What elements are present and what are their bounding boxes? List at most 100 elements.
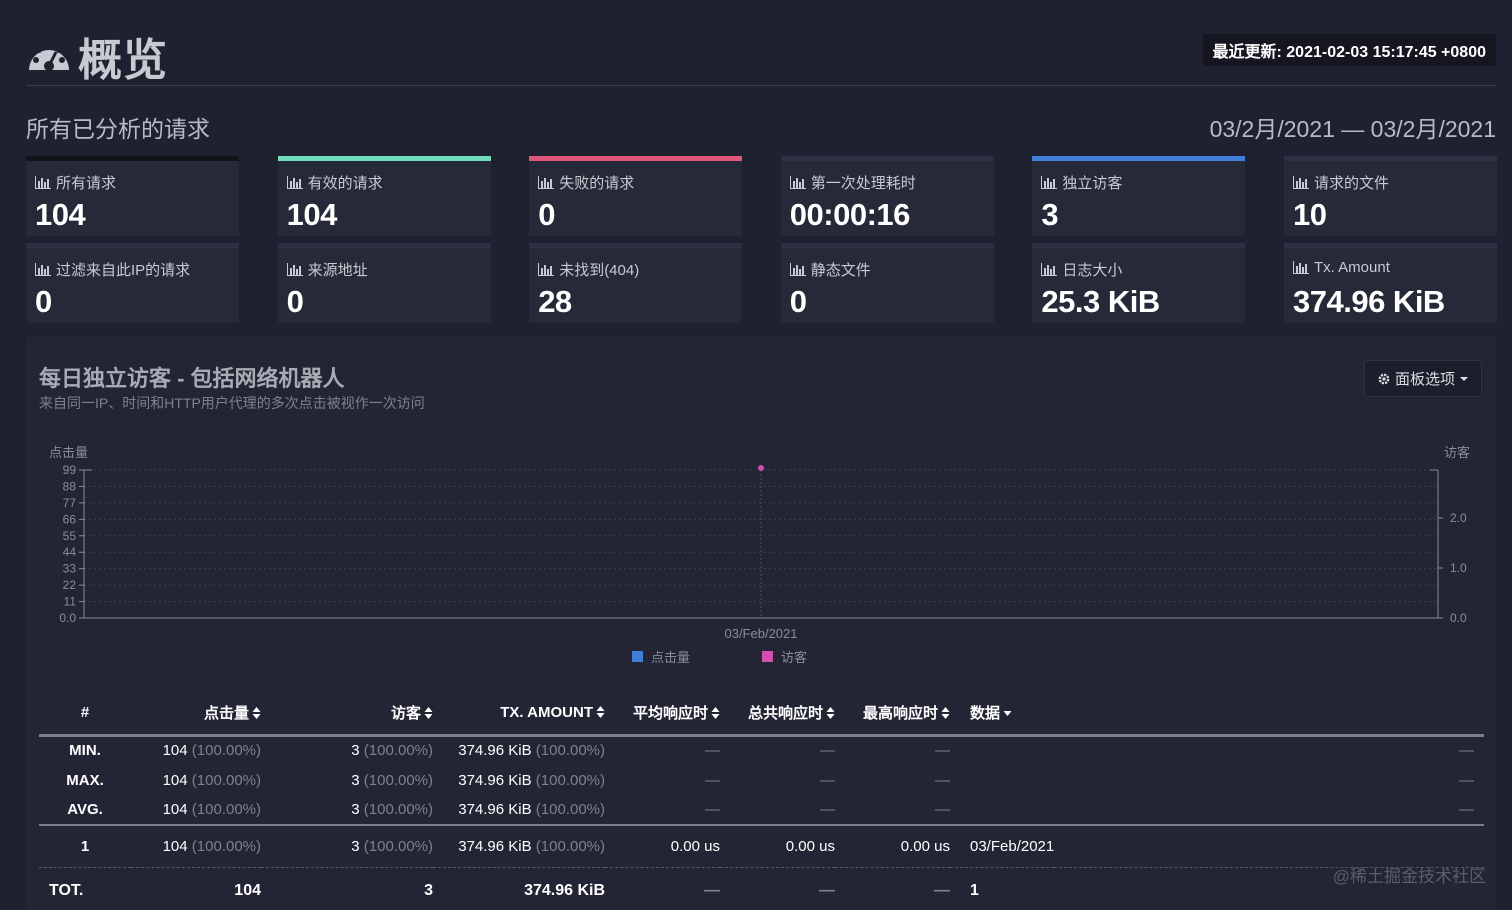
dashboard-gauge-icon [29, 42, 69, 71]
column-header[interactable]: 平均响应时 [605, 692, 720, 737]
visitors-table: # 点击量 访客 TX. AMOUNT 平均响应时 总共响应时 最高响应时 数据 MIN. 10… [39, 692, 1484, 910]
tx-amount-cell: 374.96 KiB [433, 866, 605, 910]
metric-card: 来源地址 0 [277, 243, 491, 323]
metric-label-text: 日志大小 [1062, 262, 1123, 279]
unique-visitors-panel: 每日独立访客 - 包括网络机器人 来自同一IP、时间和HTTP用户代理的多次点击… [26, 337, 1496, 910]
avg-response-cell: 0.00 us [605, 824, 720, 867]
metric-value: 25.3 KiB [1041, 284, 1160, 319]
y-axis-label: 点击量 [49, 445, 88, 460]
panel-options-label: 面板选项 [1394, 371, 1455, 388]
metric-label: 有效的请求 [286, 172, 383, 193]
metric-value: 00:00:16 [789, 197, 911, 232]
sort-icon [252, 707, 261, 720]
legend-swatch-hits [632, 651, 643, 662]
tx-amount-cell: 374.96 KiB (100.00%) [458, 771, 605, 789]
row-label: MAX. [66, 771, 104, 789]
summary-row: AVG. 104 (100.00%) 3 (100.00%) 374.96 KiB (… [39, 795, 1484, 825]
avg-response-cell: — [705, 742, 720, 760]
visitors-chart: 0.01122334455667788990.01.02.0点击量 访客03/Fe… [49, 445, 1470, 665]
watermark: @稀土掘金技术社区 [1332, 867, 1486, 886]
sort-icon [596, 706, 605, 719]
legend-label-hits: 点击量 [651, 650, 690, 665]
column-header-label: 平均响应时 [632, 705, 708, 723]
hits-cell: 104 [131, 866, 261, 910]
tx-amount-cell: 374.96 KiB (100.00%) [458, 742, 605, 760]
avg-response-cell: — [605, 866, 720, 910]
bar-chart-icon [35, 176, 51, 189]
y-tick-label: 66 [63, 512, 77, 526]
legend-label-visitors: 访客 [781, 650, 807, 665]
row-label: 1 [39, 824, 131, 867]
bar-chart-icon [35, 263, 51, 276]
overview-section-title: 所有已分析的请求 [26, 116, 210, 142]
column-header[interactable]: TX. AMOUNT [433, 692, 605, 737]
row-label: TOT. [39, 866, 131, 910]
panel-options-button[interactable]: 面板选项 [1363, 360, 1482, 397]
column-header[interactable]: 总共响应时 [720, 692, 835, 737]
bar-chart-icon [789, 263, 806, 276]
metric-card: 所有请求 104 [26, 156, 239, 236]
metric-label-text: 第一次处理耗时 [810, 175, 916, 192]
table-body: MIN. 104 (100.00%) 3 (100.00%) 374.96 KiB (… [39, 735, 1484, 910]
avg-response-cell: — [705, 771, 720, 789]
metric-label-text: 来源地址 [307, 262, 368, 279]
page-title: 概览 [26, 24, 168, 88]
metric-label-text: 独立访客 [1062, 175, 1123, 192]
sort-icon [826, 707, 835, 720]
data-cell [950, 765, 1054, 795]
metric-value: 3 [1041, 197, 1059, 232]
caret-down-icon [1460, 376, 1468, 381]
bar-chart-icon [286, 176, 303, 189]
column-header-label: 访客 [390, 705, 421, 723]
y-tick-label: 88 [63, 479, 77, 493]
bar-chart-icon [538, 176, 555, 189]
metric-value: 0 [538, 197, 555, 232]
metric-label-text: Tx. Amount [1314, 259, 1390, 276]
last-updated-badge: 最近更新: 2021-02-03 15:17:45 +0800 [1202, 34, 1496, 66]
row-label: AVG. [67, 801, 103, 818]
y2-tick-label: 2.0 [1450, 511, 1467, 525]
metric-card: Tx. Amount 374.96 KiB [1284, 243, 1497, 323]
bar-chart-icon [789, 176, 806, 189]
y-tick-label: 33 [63, 562, 77, 576]
bar-chart-icon [538, 263, 555, 276]
row-label: MIN. [69, 742, 101, 760]
max-response-cell: — [835, 866, 950, 910]
metric-value: 0 [286, 284, 304, 319]
metric-label: 独立访客 [1041, 172, 1122, 193]
visitors-cell: 3 (100.00%) [351, 801, 433, 818]
hits-cell: 104 (100.00%) [162, 742, 261, 760]
metric-label-text: 未找到(404) [559, 262, 640, 279]
y2-tick-label: 0.0 [1450, 611, 1467, 625]
max-response-cell: — [935, 801, 950, 818]
sort-icon [711, 707, 720, 720]
metric-label-text: 过滤来自此IP的请求 [56, 262, 191, 279]
column-header: # [39, 692, 131, 737]
column-header[interactable]: 点击量 [131, 692, 261, 737]
date-range: 03/2月/2021 — 03/2月/2021 [1209, 116, 1496, 142]
column-header-label: 总共响应时 [747, 705, 823, 723]
column-header-label: 数据 [970, 705, 1001, 723]
bar-chart-icon [1293, 261, 1309, 274]
metric-value: 104 [35, 197, 86, 232]
metric-label: 静态文件 [789, 259, 871, 280]
column-header[interactable]: 最高响应时 [835, 692, 950, 737]
metric-label: 过滤来自此IP的请求 [35, 259, 190, 280]
sort-icon [424, 707, 433, 720]
metric-value: 104 [286, 197, 338, 232]
metric-label-text: 有效的请求 [307, 175, 383, 192]
visitors-cell: 3 (100.00%) [351, 771, 433, 789]
y-tick-label: 11 [64, 595, 77, 609]
total-response-cell: — [720, 866, 835, 910]
data-cell: 1 [950, 866, 1055, 910]
y2-axis-label: 访客 [1444, 445, 1470, 460]
max-response-cell: — [935, 771, 950, 789]
column-header[interactable]: 数据 [950, 692, 1055, 737]
metric-value: 374.96 KiB [1293, 284, 1445, 319]
tx-amount-cell: 374.96 KiB (100.00%) [458, 801, 605, 818]
metric-label: Tx. Amount [1293, 259, 1390, 276]
table-header-row: # 点击量 访客 TX. AMOUNT 平均响应时 总共响应时 最高响应时 数据 [39, 692, 1484, 737]
max-response-cell: — [935, 742, 950, 760]
visitors-cell: 3 (100.00%) [261, 824, 433, 867]
column-header[interactable]: 访客 [261, 692, 433, 737]
